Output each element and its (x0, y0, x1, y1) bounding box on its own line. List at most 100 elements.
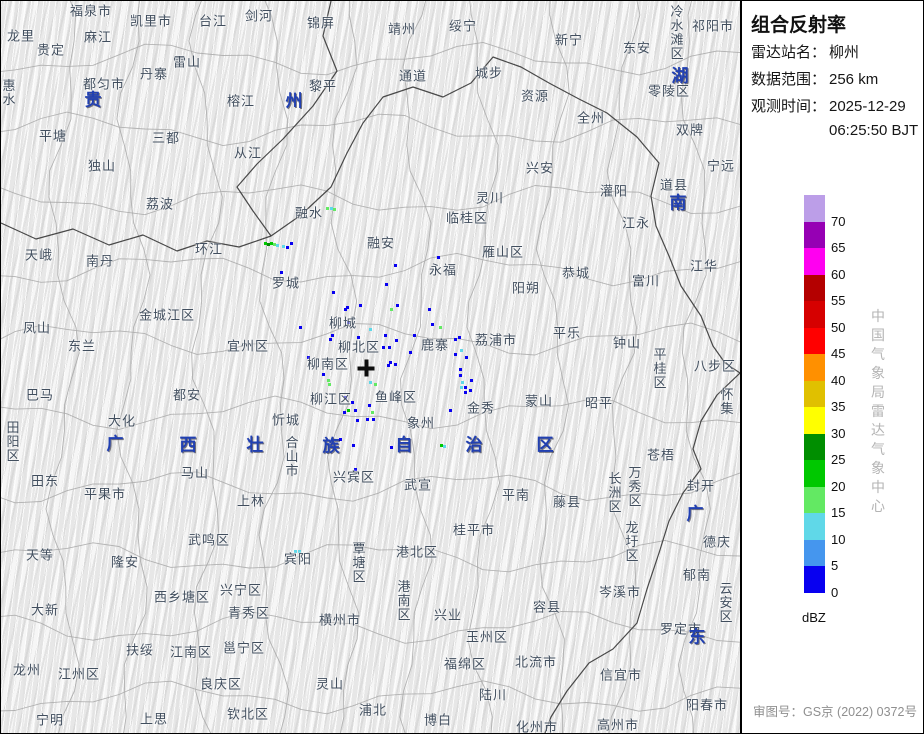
map-label: 上思 (139, 711, 169, 727)
map-label: 苍梧 (646, 447, 676, 463)
radar-echo (461, 381, 464, 384)
product-title: 组合反射率 (751, 15, 847, 36)
colorbar-block (804, 195, 825, 222)
colorbar-tick-label: 15 (831, 505, 846, 520)
colorbar-block (804, 513, 825, 540)
map-label: 横州市 (318, 612, 362, 628)
map-label: 融水 (294, 205, 324, 221)
map-label: 西乡塘区 (153, 589, 211, 605)
radar-station-cross-icon (357, 359, 375, 377)
agency-watermark-char: 气 (871, 346, 885, 362)
map-label: 鹿寨 (420, 337, 450, 353)
map-label: 鱼峰区 (374, 389, 418, 405)
map-label: 恭城 (561, 265, 591, 281)
map-label: 灌阳 (599, 183, 629, 199)
agency-watermark-char: 局 (871, 384, 885, 400)
map-label: 平塘 (38, 128, 68, 144)
field-value: 柳州 (829, 44, 860, 61)
map-label: 马山 (180, 465, 210, 481)
radar-echo (464, 391, 467, 394)
map-approval-number: 审图号：GS京 (2022) 0372号 (753, 705, 917, 719)
map-label: 高州市 (596, 717, 640, 733)
radar-echo (449, 409, 452, 412)
radar-echo (384, 334, 387, 337)
map-label: 冷水滩区 (670, 3, 684, 62)
colorbar-tick-label: 20 (831, 478, 846, 494)
radar-echo (343, 411, 346, 414)
province-label: 广 (106, 434, 124, 454)
map-label: 良庆区 (199, 676, 243, 692)
colorbar-block (804, 248, 825, 275)
agency-vertical-watermark: 中国气象局雷达气象中心 (868, 307, 888, 516)
map-label: 陆川 (478, 687, 508, 703)
radar-echo (372, 418, 375, 421)
map-label: 港北区 (395, 544, 439, 560)
map-label: 环江 (194, 241, 224, 257)
radar-echo (459, 374, 462, 377)
map-label: 金秀 (466, 400, 496, 416)
radar-echo (395, 339, 398, 342)
radar-info-fields: 雷达站名： 柳州 数据范围： 256 km 观测时间： 2025-12-29 06:25:5… (751, 41, 918, 149)
province-label: 南 (669, 193, 687, 213)
radar-echo (369, 328, 372, 331)
field-label: 观测时间： (751, 98, 827, 115)
colorbar-block (804, 327, 825, 354)
map-label: 江南区 (169, 644, 213, 660)
map-label: 八步区 (693, 358, 737, 374)
info-panel: 组合反射率 雷达站名： 柳州 数据范围： 256 km 观测时间： 2025-12-29 0… (740, 1, 923, 733)
colorbar-tick-label: 45 (831, 346, 846, 361)
radar-map-canvas: 福泉市 凯里市 台江 剑河 锦屏 龙里 麻江 贵定 雷山 丹寨惠水都匀市 榕江 平塘 三都 独山 荔波 从江环… (1, 1, 740, 733)
map-label: 剑河 (244, 8, 274, 24)
agency-watermark-char: 象 (871, 460, 885, 476)
map-label: 富川 (631, 273, 661, 289)
field-value: 2025-12-29 (829, 98, 906, 115)
map-label: 港南区 (397, 578, 411, 623)
map-label: 田阳区 (6, 419, 20, 464)
map-label: 双牌 (675, 122, 705, 138)
map-label: 荔浦市 (474, 332, 518, 348)
radar-echo (385, 283, 388, 286)
map-label: 大新 (30, 602, 60, 618)
map-label: 蒙山 (524, 393, 554, 409)
map-label: 桂平市 (452, 522, 496, 538)
map-label: 柳江区 (309, 391, 353, 407)
radar-echo (387, 364, 390, 367)
map-label: 万秀区 (628, 464, 642, 509)
radar-echo (465, 356, 468, 359)
radar-echo (331, 334, 334, 337)
radar-echo (354, 409, 357, 412)
map-label: 龙里 (6, 28, 36, 44)
map-label: 北流市 (514, 654, 558, 670)
map-label: 灵山 (315, 676, 345, 692)
map-label: 丹寨 (139, 66, 169, 82)
map-label: 独山 (87, 158, 117, 174)
boundary-line (1, 111, 740, 147)
map-label: 城步 (474, 65, 504, 81)
field-value: 256 km (829, 71, 879, 88)
map-label: 长洲区 (608, 470, 622, 515)
colorbar-tick-label: 60 (831, 266, 846, 282)
colorbar-tick-label: 10 (831, 531, 846, 547)
map-label: 靖州 (387, 21, 417, 37)
colorbar-block (804, 380, 825, 407)
radar-echo (460, 349, 463, 352)
radar-echo (460, 386, 463, 389)
map-label: 兴宁区 (219, 582, 263, 598)
map-label: 化州市 (515, 719, 559, 734)
map-label: 钦北区 (226, 706, 270, 722)
map-label: 武宣 (403, 477, 433, 493)
colorbar-block (804, 539, 825, 566)
colorbar-tick-label: 25 (831, 452, 846, 467)
radar-echo (382, 346, 385, 349)
map-label: 兴业 (433, 607, 463, 623)
map-label: 东兰 (67, 338, 97, 354)
radar-echo (369, 381, 372, 384)
map-label: 平乐 (552, 325, 582, 341)
boundary-line (45, 1, 80, 733)
map-label: 龙州 (12, 662, 42, 678)
radar-echo (282, 245, 285, 248)
province-label: 贵 (84, 90, 102, 110)
map-label: 江华 (689, 258, 719, 274)
map-label: 岑溪市 (598, 584, 642, 600)
colorbar-tick-label: 5 (831, 558, 839, 573)
